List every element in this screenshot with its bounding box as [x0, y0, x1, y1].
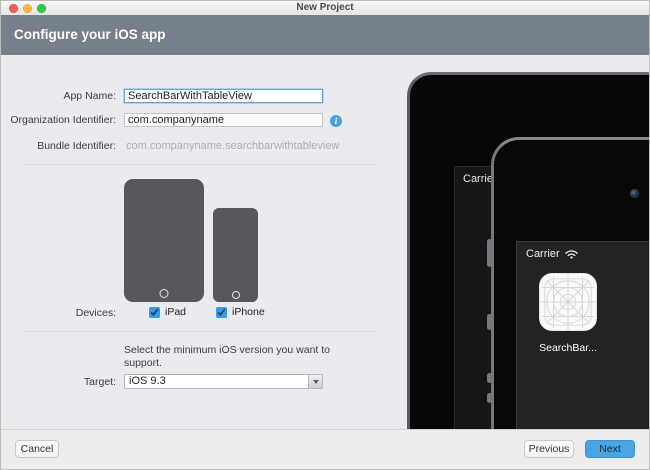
target-dropdown-value: iOS 9.3: [129, 375, 166, 387]
minimize-window-button[interactable]: [23, 4, 32, 13]
titlebar: New Project: [1, 1, 649, 15]
form-panel: App Name: Organization Identifier: i Bun…: [1, 55, 398, 429]
ipad-checkbox[interactable]: [149, 307, 160, 318]
app-name-label: App Name:: [1, 89, 116, 103]
preview-iphone-screen: Carrier: [516, 241, 650, 429]
close-window-button[interactable]: [9, 4, 18, 13]
page-title: Configure your iOS app: [14, 27, 166, 42]
content-area: App Name: Organization Identifier: i Bun…: [1, 55, 650, 429]
iphone-statusbar: Carrier: [517, 242, 650, 260]
app-icon-label: SearchBar...: [539, 342, 597, 354]
iphone-checkbox-label[interactable]: iPhone: [232, 306, 265, 319]
iphone-statusbar-carrier: Carrier: [526, 248, 560, 260]
previous-button[interactable]: Previous: [524, 440, 574, 458]
wizard-header: Configure your iOS app: [1, 15, 649, 55]
dropdown-button[interactable]: [308, 374, 323, 389]
iphone-home-button-dot: [232, 291, 240, 299]
target-label: Target:: [1, 375, 116, 389]
info-icon[interactable]: i: [330, 115, 342, 127]
organization-identifier-input[interactable]: [124, 113, 323, 127]
footer-bar: Cancel Previous Next: [1, 429, 649, 470]
traffic-lights: [9, 4, 46, 13]
iphone-device-icon: [213, 208, 258, 302]
target-help-text: Select the minimum iOS version you want …: [124, 344, 344, 370]
window-title: New Project: [1, 1, 649, 15]
divider: [24, 164, 376, 165]
device-preview-panel: Carrier Carrier: [398, 55, 650, 429]
wifi-icon: [565, 249, 578, 259]
ipad-checkbox-label[interactable]: iPad: [165, 306, 186, 319]
cancel-button[interactable]: Cancel: [15, 440, 59, 458]
preview-iphone-frame: Carrier: [491, 137, 650, 429]
devices-label: Devices:: [1, 306, 116, 320]
new-project-window: New Project Configure your iOS app App N…: [0, 0, 650, 470]
ipad-device-icon: [124, 179, 204, 302]
divider: [24, 331, 376, 332]
iphone-camera-icon: [630, 189, 639, 198]
app-name-input[interactable]: [124, 89, 323, 103]
chevron-down-icon: [313, 380, 319, 384]
organization-identifier-label: Organization Identifier:: [1, 113, 116, 127]
bundle-identifier-value: com.companyname.searchbarwithtableview: [126, 139, 339, 153]
iphone-checkbox[interactable]: [216, 307, 227, 318]
placeholder-app-icon[interactable]: [539, 273, 597, 331]
target-dropdown[interactable]: iOS 9.3: [124, 374, 323, 389]
ipad-home-button-dot: [160, 289, 169, 298]
next-button[interactable]: Next: [585, 440, 635, 458]
bundle-identifier-label: Bundle Identifier:: [1, 139, 116, 153]
zoom-window-button[interactable]: [37, 4, 46, 13]
